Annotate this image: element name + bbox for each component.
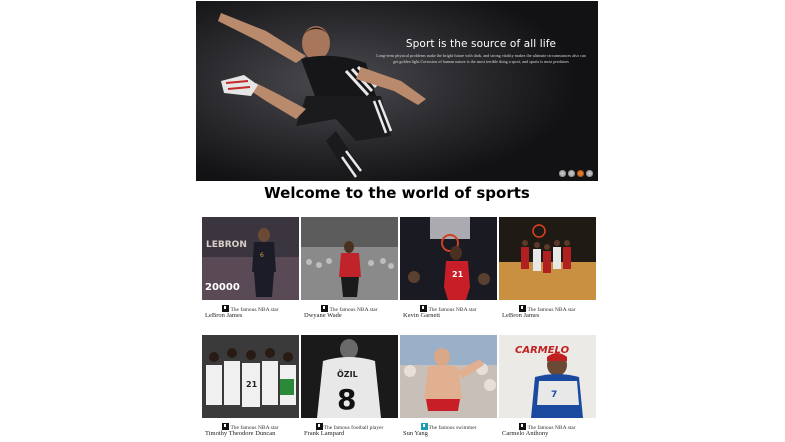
card-image[interactable]: LEBRON 20000 6 — [202, 217, 299, 300]
card-image[interactable] — [400, 335, 497, 418]
page: Sport is the source of all life Long-ter… — [0, 0, 785, 442]
image-icon — [519, 305, 527, 312]
image-icon — [222, 305, 230, 312]
slider-dot-1[interactable] — [559, 170, 566, 177]
card-name[interactable]: Sun Yang — [403, 430, 428, 437]
card-name[interactable]: Kevin Garnett — [403, 312, 440, 319]
svg-text:21: 21 — [246, 380, 258, 389]
hero-athlete-image — [196, 1, 598, 181]
card-image[interactable]: ÖZIL 8 — [301, 335, 398, 418]
card-lebron-james[interactable]: LEBRON 20000 6 The famous NBA star LeBro… — [202, 217, 299, 339]
card-name[interactable]: Timothy Theodore Duncan — [205, 430, 275, 437]
svg-text:LEBRON: LEBRON — [206, 240, 247, 250]
card-lebron-james-2[interactable]: The famous NBA star LeBron James — [499, 217, 596, 339]
card-name[interactable]: LeBron James — [205, 312, 242, 319]
card-image[interactable]: 21 — [202, 335, 299, 418]
card-dwyane-wade[interactable]: The famous NBA star Dwyane Wade — [301, 217, 398, 339]
svg-text:7: 7 — [551, 390, 557, 400]
slider-dot-3[interactable] — [577, 170, 584, 177]
image-icon — [222, 423, 230, 430]
card-sun-yang[interactable]: The famous swimmer Sun Yang — [400, 335, 497, 442]
card-image[interactable]: CARMELO 7 — [499, 335, 596, 418]
image-icon — [519, 423, 527, 430]
image-icon — [321, 305, 329, 312]
card-carmelo-anthony[interactable]: CARMELO 7 The famous NBA star Carmelo An… — [499, 335, 596, 442]
card-name[interactable]: Carmelo Anthony — [502, 430, 548, 437]
hero-title: Sport is the source of all life — [405, 38, 557, 50]
slider-dot-4[interactable] — [586, 170, 593, 177]
svg-text:21: 21 — [452, 270, 464, 279]
card-name[interactable]: LeBron James — [502, 312, 539, 319]
card-image[interactable] — [499, 217, 596, 300]
svg-text:ÖZIL: ÖZIL — [337, 369, 358, 379]
card-caption-text: The famous swimmer — [428, 425, 477, 431]
svg-text:20000: 20000 — [205, 282, 240, 293]
image-icon — [420, 305, 428, 312]
card-kevin-garnett[interactable]: 21 The famous NBA star Kevin Garnett — [400, 217, 497, 339]
image-icon — [315, 423, 323, 430]
svg-text:6: 6 — [260, 252, 264, 259]
slider-dots — [559, 170, 593, 177]
image-icon — [420, 423, 428, 430]
card-image[interactable] — [301, 217, 398, 300]
slider-dot-2[interactable] — [568, 170, 575, 177]
page-heading: Welcome to the world of sports — [264, 184, 530, 202]
card-frank-lampard[interactable]: ÖZIL 8 The famous football player Frank … — [301, 335, 398, 442]
card-name[interactable]: Frank Lampard — [304, 430, 344, 437]
hero-description: Long-term physical problems make the bri… — [376, 53, 586, 64]
svg-text:8: 8 — [337, 383, 356, 416]
card-timothy-theodore-duncan[interactable]: 21 The famous NBA star Timothy Theodore … — [202, 335, 299, 442]
card-image[interactable]: 21 — [400, 217, 497, 300]
card-name[interactable]: Dwyane Wade — [304, 312, 342, 319]
hero-banner[interactable]: Sport is the source of all life Long-ter… — [196, 1, 598, 181]
